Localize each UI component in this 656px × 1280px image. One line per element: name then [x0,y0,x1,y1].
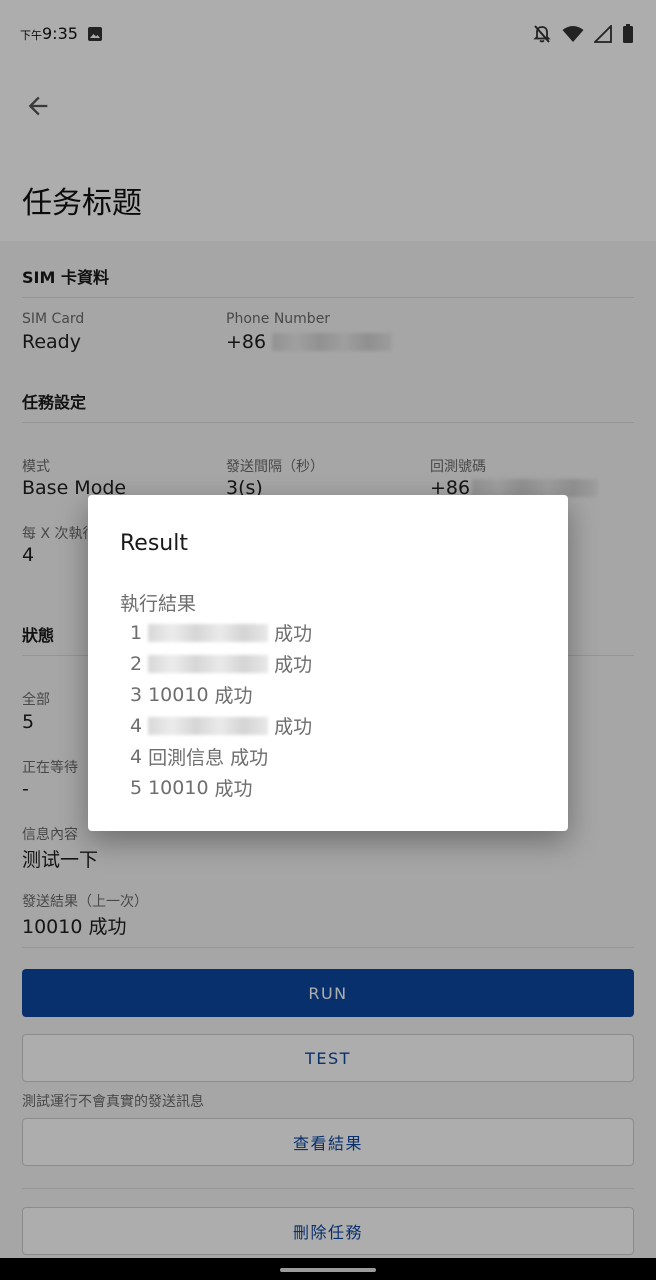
redacted-number [148,654,269,673]
redacted-number [148,623,269,642]
redacted-number [148,716,269,735]
result-row: 4 回測信息 成功 [130,745,269,770]
result-row: 3 10010 成功 [130,683,253,708]
result-row: 2 成功 [130,652,313,677]
result-row: 5 10010 成功 [130,776,253,801]
result-dialog: Result 執行結果 1 成功 2 成功 3 10010 成功 4 成功 4 … [88,495,568,831]
result-row: 1 成功 [130,621,313,646]
dialog-title: Result [120,531,188,556]
result-row: 4 成功 [130,714,313,739]
result-heading: 執行結果 [120,593,197,615]
